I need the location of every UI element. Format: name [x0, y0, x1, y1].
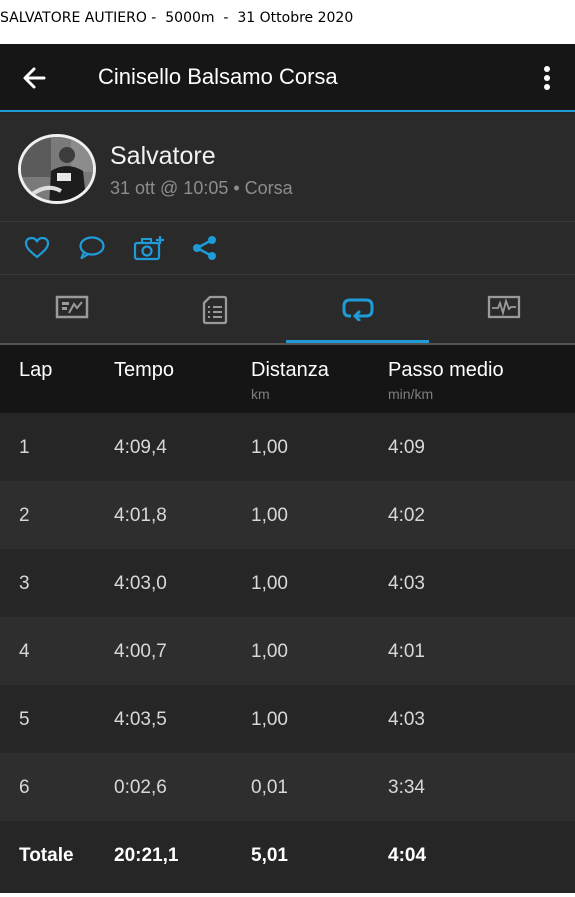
cell-tempo: 4:00,7 [114, 641, 167, 662]
table-row[interactable]: 6 0:02,6 0,01 3:34 [0, 753, 575, 821]
more-options-button[interactable] [535, 62, 559, 94]
table-row[interactable]: 1 4:09,4 1,00 4:09 [0, 413, 575, 481]
cell-passo: 4:09 [388, 437, 425, 458]
table-row[interactable]: 4 4:00,7 1,00 4:01 [0, 617, 575, 685]
column-header-tempo: Tempo [114, 359, 175, 381]
cell-lap: 2 [19, 505, 30, 526]
cell-distanza: 1,00 [251, 505, 288, 526]
table-total-row: Totale 20:21,1 5,01 4:04 [0, 821, 575, 889]
share-icon [193, 236, 216, 260]
comment-icon [79, 236, 105, 260]
cell-tempo: 4:03,5 [114, 709, 167, 730]
comment-button[interactable] [77, 234, 107, 262]
activity-screen: Cinisello Balsamo Corsa Salvatore 31 ott… [0, 44, 575, 893]
add-photo-icon [133, 236, 164, 261]
page-title: Cinisello Balsamo Corsa [98, 64, 338, 89]
cell-total-tempo: 20:21,1 [114, 845, 179, 866]
image-caption: SALVATORE AUTIERO - 5000m - 31 Ottobre 2… [0, 10, 354, 26]
table-row[interactable]: 2 4:01,8 1,00 4:02 [0, 481, 575, 549]
column-header-lap: Lap [19, 359, 53, 381]
activity-tabs [0, 275, 575, 343]
like-button[interactable] [22, 234, 52, 262]
column-header-distanza: Distanza km [251, 359, 329, 402]
more-vertical-icon [544, 66, 550, 90]
cell-passo: 4:02 [388, 505, 425, 526]
cell-total-passo: 4:04 [388, 845, 427, 866]
details-icon [202, 295, 227, 325]
cell-total-label: Totale [19, 845, 74, 866]
laps-icon [342, 298, 373, 321]
graph-icon [487, 295, 520, 319]
cell-lap: 5 [19, 709, 30, 730]
table-row[interactable]: 3 4:03,0 1,00 4:03 [0, 549, 575, 617]
share-button[interactable] [190, 234, 220, 262]
cell-tempo: 0:02,6 [114, 777, 167, 798]
tab-graph[interactable] [432, 275, 575, 343]
stats-icon [55, 295, 88, 319]
activity-header: Salvatore 31 ott @ 10:05 • Corsa [0, 114, 575, 222]
laps-table-header: Lap Tempo Distanza km Passo medio min/km [0, 345, 575, 413]
column-header-passo: Passo medio min/km [388, 359, 504, 402]
app-bar: Cinisello Balsamo Corsa [0, 44, 575, 112]
column-label-passo: Passo medio [388, 359, 504, 381]
avatar[interactable] [18, 134, 96, 204]
tab-details[interactable] [143, 275, 286, 343]
cell-tempo: 4:09,4 [114, 437, 167, 458]
add-photo-button[interactable] [133, 234, 164, 262]
cell-tempo: 4:03,0 [114, 573, 167, 594]
heart-icon [24, 236, 50, 259]
user-name: Salvatore [110, 142, 216, 170]
cell-lap: 4 [19, 641, 30, 662]
column-label-distanza: Distanza [251, 359, 329, 381]
cell-lap: 6 [19, 777, 30, 798]
social-actions-bar [0, 222, 575, 275]
cell-passo: 4:01 [388, 641, 425, 662]
cell-distanza: 1,00 [251, 437, 288, 458]
tab-stats[interactable] [0, 275, 143, 343]
cell-tempo: 4:01,8 [114, 505, 167, 526]
cell-distanza: 1,00 [251, 573, 288, 594]
cell-passo: 3:34 [388, 777, 425, 798]
back-button[interactable] [18, 62, 52, 94]
tab-laps[interactable] [286, 275, 429, 343]
cell-passo: 4:03 [388, 573, 425, 594]
cell-distanza: 1,00 [251, 709, 288, 730]
activity-datetime: 31 ott @ 10:05 • Corsa [110, 178, 293, 198]
column-unit-passo: min/km [388, 386, 434, 402]
cell-distanza: 1,00 [251, 641, 288, 662]
column-unit-distanza: km [251, 386, 270, 402]
cell-passo: 4:03 [388, 709, 425, 730]
cell-lap: 3 [19, 573, 30, 594]
cell-distanza: 0,01 [251, 777, 288, 798]
arrow-left-icon [23, 67, 46, 89]
cell-total-distanza: 5,01 [251, 845, 288, 866]
table-row[interactable]: 5 4:03,5 1,00 4:03 [0, 685, 575, 753]
cell-lap: 1 [19, 437, 30, 458]
